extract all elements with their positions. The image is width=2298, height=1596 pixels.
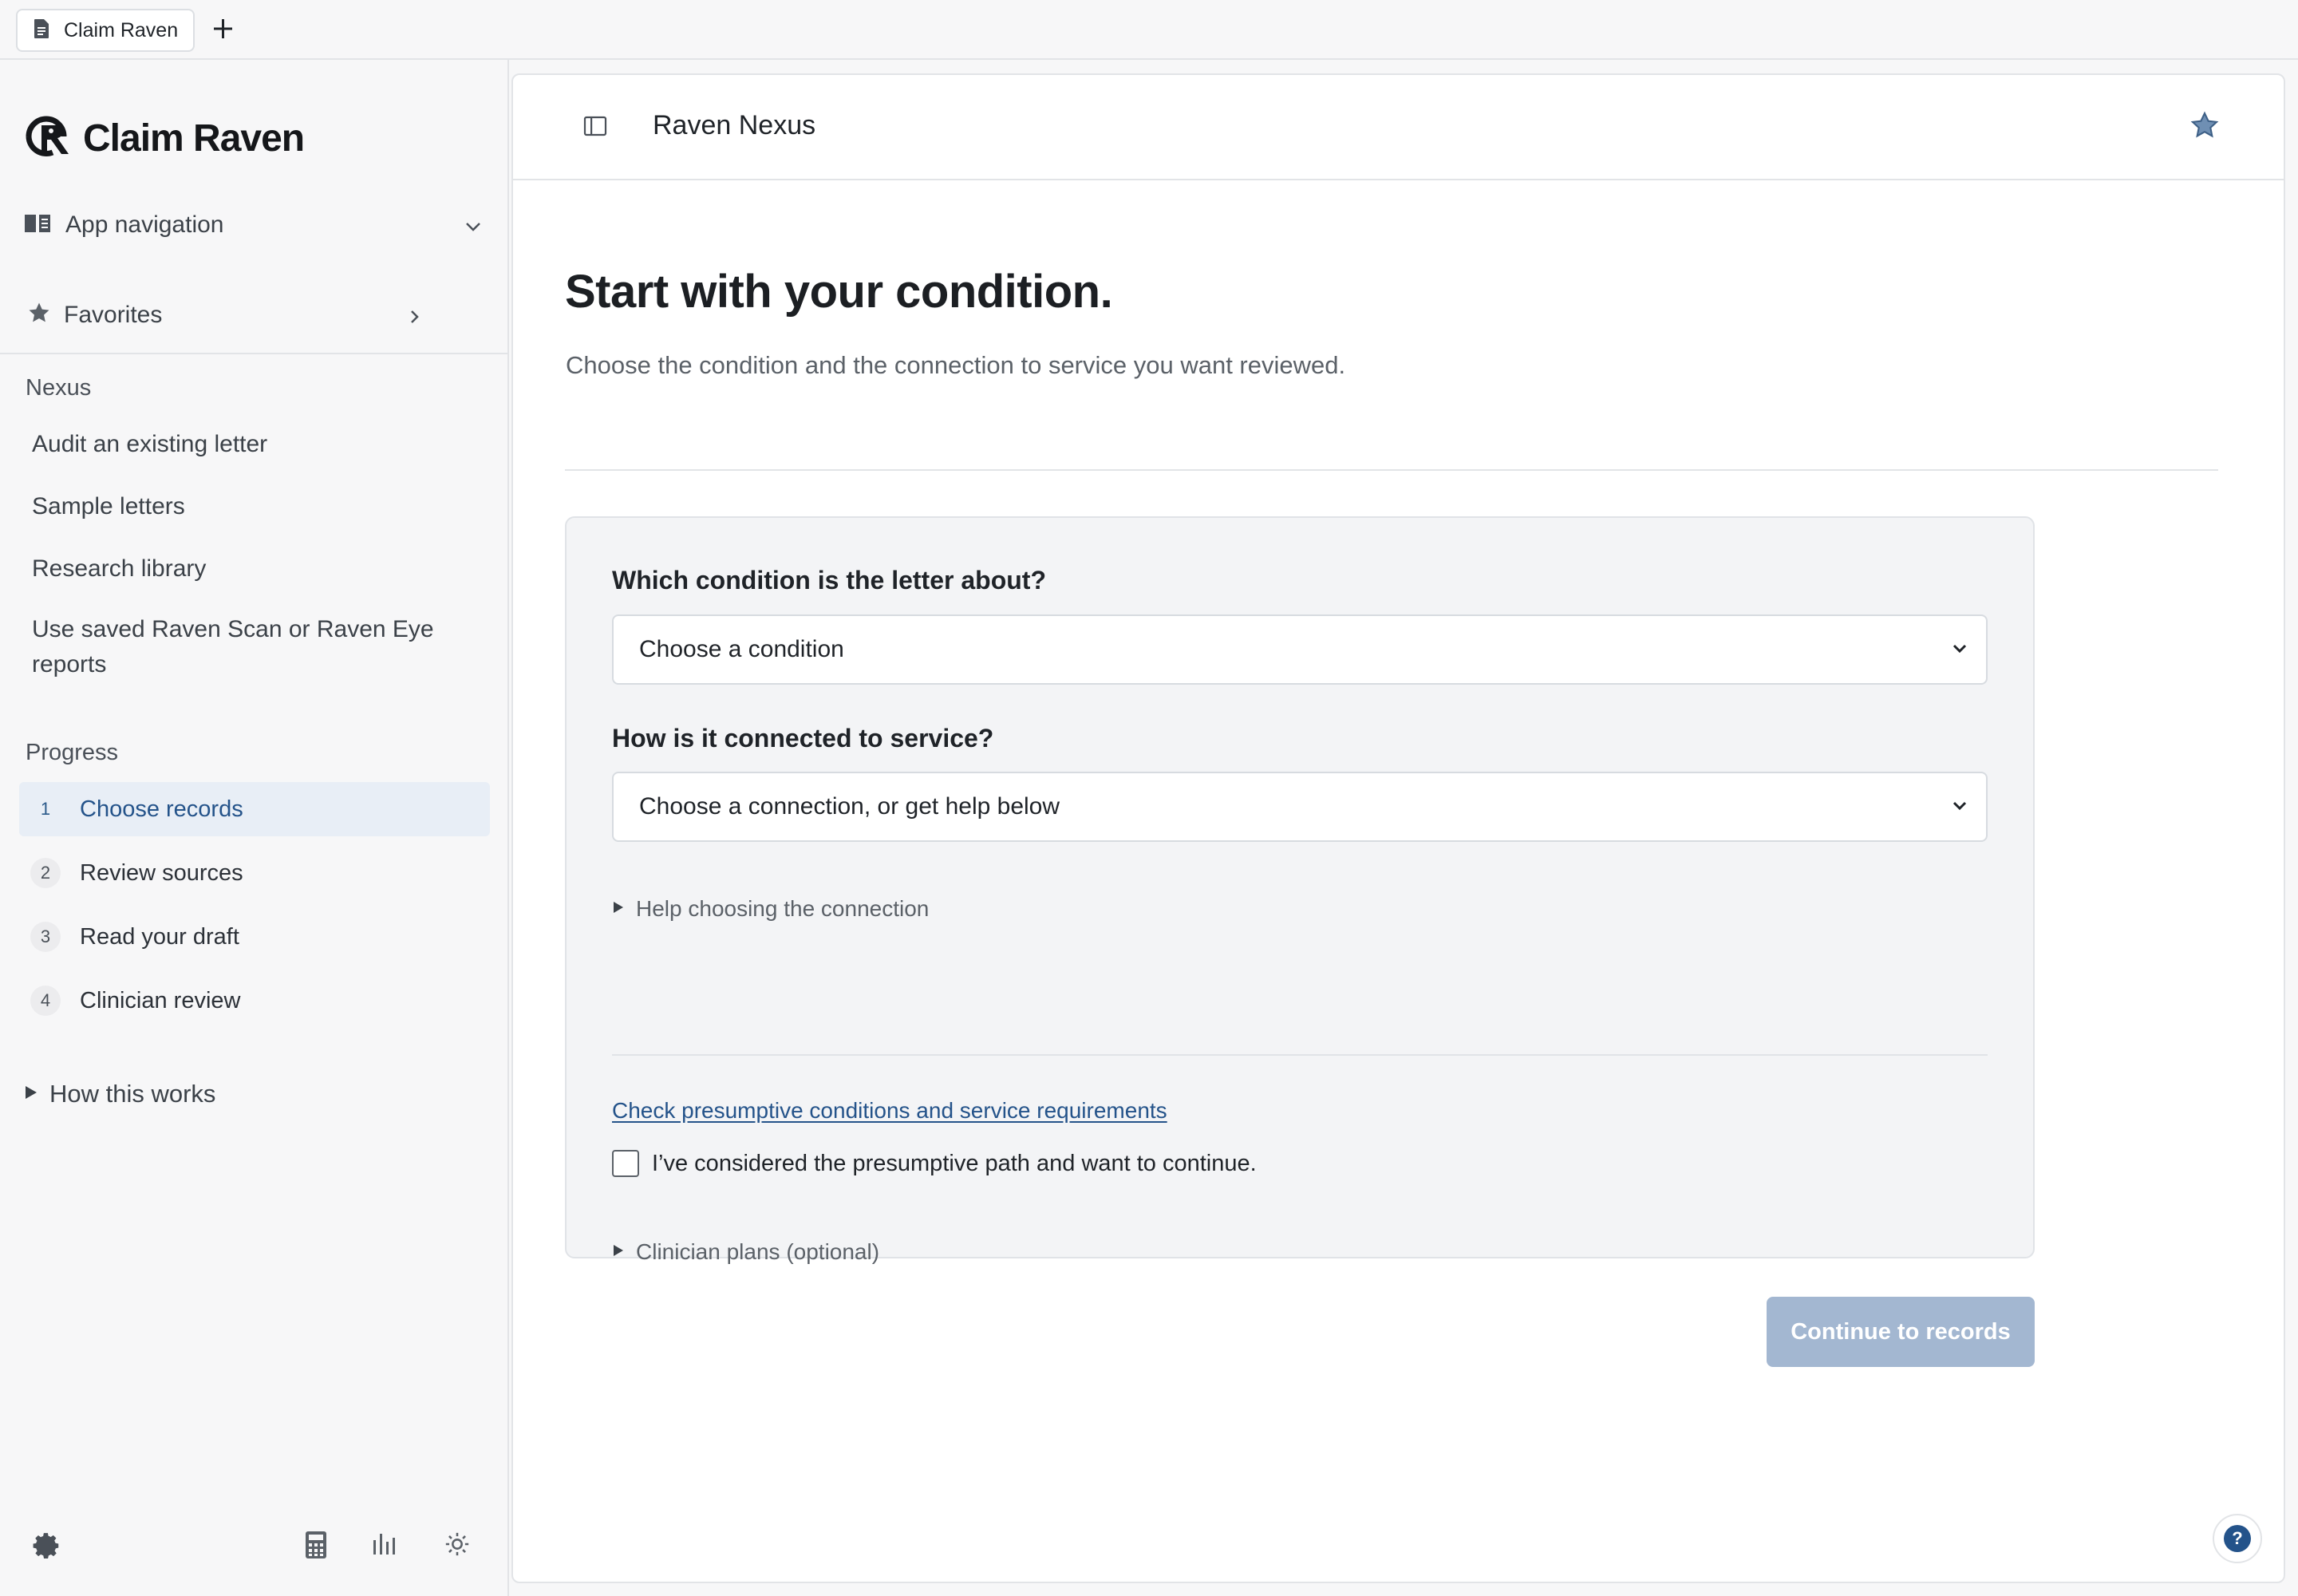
chart-icon[interactable] [371, 1531, 397, 1562]
continue-to-records-button[interactable]: Continue to records [1767, 1297, 2035, 1367]
clinician-plans-disclosure[interactable]: Clinician plans (optional) [612, 1239, 879, 1265]
card-divider [612, 1054, 1988, 1056]
main-header: Raven Nexus [513, 75, 2284, 180]
condition-select-value: Choose a condition [639, 636, 844, 662]
star-icon [27, 301, 51, 329]
sidebar-divider [0, 353, 507, 354]
sidebar-link-research-library[interactable]: Research library [32, 551, 463, 587]
raven-logo-icon [24, 114, 78, 163]
document-icon [34, 18, 49, 43]
presumptive-checkbox-label: I’ve considered the presumptive path and… [652, 1150, 1257, 1176]
app-navigation-label: App navigation [65, 211, 224, 238]
help-connection-disclosure[interactable]: Help choosing the connection [612, 896, 929, 922]
favorites-toggle[interactable]: Favorites [27, 301, 162, 329]
calculator-icon[interactable] [304, 1531, 328, 1563]
app-logo[interactable]: Claim Raven [24, 114, 305, 163]
step-label: Choose records [80, 796, 243, 822]
browser-tab-bar: Claim Raven [0, 0, 2298, 60]
sun-icon[interactable] [444, 1531, 471, 1562]
step-label: Clinician review [80, 987, 241, 1013]
progress-step-choose-records[interactable]: 1 Choose records [19, 782, 490, 836]
main-panel: Raven Nexus Start with your condition. C… [511, 73, 2285, 1583]
book-icon [24, 213, 51, 238]
favorites-label: Favorites [64, 301, 163, 328]
chevron-down-icon[interactable] [464, 221, 482, 236]
sidebar-toggle-icon[interactable] [583, 115, 607, 141]
page-subtitle: Choose the condition and the connection … [566, 351, 1346, 379]
progress-step-read-draft[interactable]: 3 Read your draft [19, 910, 490, 964]
chevron-right-icon[interactable] [409, 308, 420, 330]
sidebar-link-sample-letters[interactable]: Sample letters [32, 489, 463, 524]
sidebar-link-saved-reports[interactable]: Use saved Raven Scan or Raven Eye report… [32, 612, 463, 682]
how-this-works-toggle[interactable]: How this works [24, 1080, 215, 1108]
plus-icon[interactable] [209, 13, 238, 45]
step-number: 4 [30, 986, 61, 1016]
step-label: Read your draft [80, 923, 239, 950]
help-button[interactable]: ? [2213, 1514, 2262, 1563]
step-label: Review sources [80, 859, 243, 886]
condition-select[interactable]: Choose a condition [612, 614, 1988, 685]
chevron-down-icon [1951, 797, 1968, 819]
help-icon: ? [2224, 1525, 2251, 1552]
logo-text: Claim Raven [83, 117, 305, 160]
gear-icon[interactable] [32, 1531, 62, 1565]
chevron-down-icon [1951, 640, 1968, 662]
sidebar: Claim Raven App navigation Favorites Nex… [0, 60, 509, 1596]
page-title: Start with your condition. [565, 266, 1113, 318]
progress-heading: Progress [26, 740, 119, 765]
progress-step-clinician-review[interactable]: 4 Clinician review [19, 974, 490, 1028]
star-icon[interactable] [2189, 110, 2220, 144]
browser-tab-label: Claim Raven [64, 18, 179, 41]
step-number: 3 [30, 922, 61, 952]
presumptive-checkbox[interactable] [612, 1150, 639, 1177]
header-title: Raven Nexus [653, 110, 816, 140]
app-navigation-toggle[interactable]: App navigation [24, 211, 224, 239]
connection-select[interactable]: Choose a connection, or get help below [612, 772, 1988, 842]
connection-question: How is it connected to service? [612, 724, 994, 753]
progress-step-review-sources[interactable]: 2 Review sources [19, 846, 490, 900]
presumptive-confirm-row[interactable]: I’ve considered the presumptive path and… [612, 1150, 1257, 1177]
step-number: 1 [40, 799, 51, 819]
how-this-works-label: How this works [49, 1080, 216, 1108]
condition-form-card: Which condition is the letter about? Cho… [565, 516, 2035, 1264]
browser-tab[interactable]: Claim Raven [16, 9, 195, 52]
help-connection-label: Help choosing the connection [636, 896, 930, 921]
triangle-right-icon [24, 1084, 38, 1104]
content-divider [565, 469, 2218, 471]
nexus-heading: Nexus [26, 375, 92, 401]
presumptive-conditions-link[interactable]: Check presumptive conditions and service… [612, 1098, 1167, 1124]
condition-question: Which condition is the letter about? [612, 566, 1046, 595]
clinician-plans-label: Clinician plans (optional) [636, 1239, 880, 1264]
sidebar-link-audit[interactable]: Audit an existing letter [32, 427, 463, 462]
triangle-right-icon [612, 1243, 625, 1262]
triangle-right-icon [612, 900, 625, 918]
connection-select-value: Choose a connection, or get help below [639, 793, 1060, 820]
step-number: 2 [30, 858, 61, 888]
